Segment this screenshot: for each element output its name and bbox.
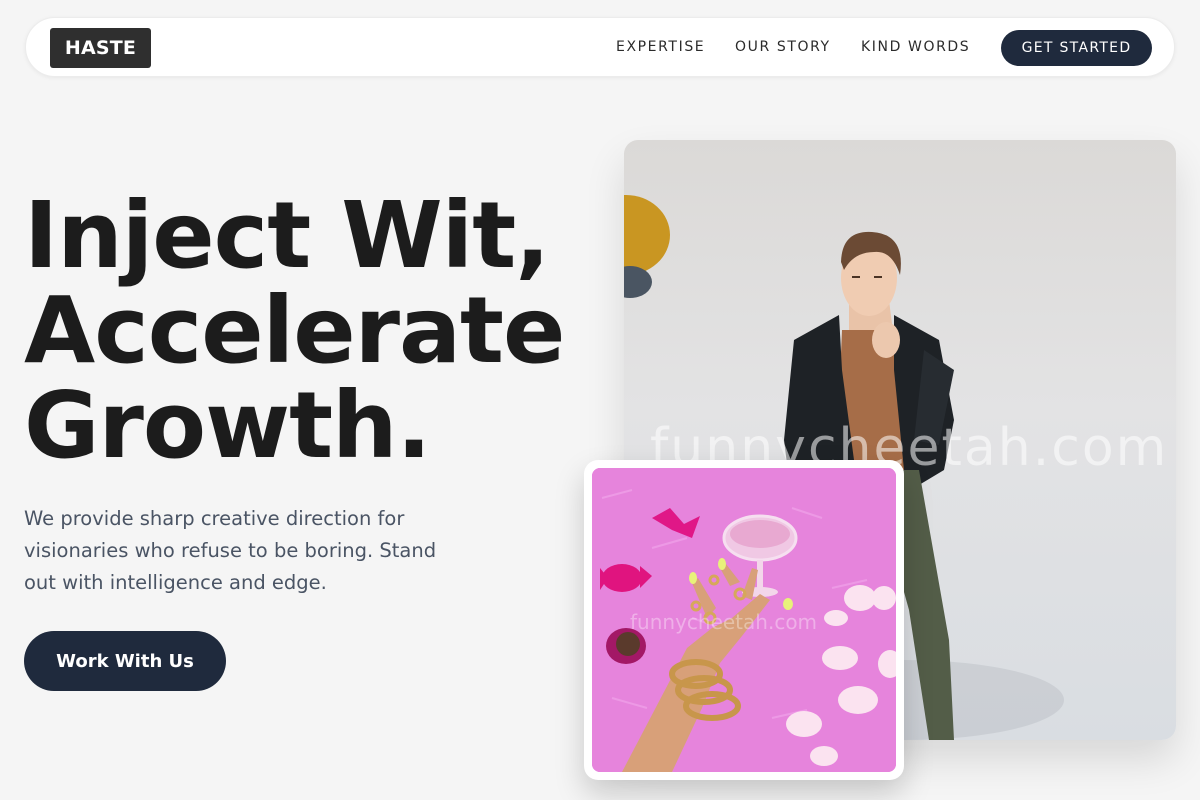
nav-link-our-story[interactable]: OUR STORY [735, 39, 831, 55]
hero-title: Inject Wit, Accelerate Growth. [24, 182, 565, 479]
top-navigation: HASTE EXPERTISE OUR STORY KIND WORDS GET… [25, 17, 1175, 77]
get-started-button[interactable]: GET STARTED [1001, 30, 1152, 66]
hero-title-line-1: Inject Wit, [24, 182, 550, 289]
nav-link-kind-words[interactable]: KIND WORDS [861, 39, 970, 55]
hero-description: We provide sharp creative direction for … [24, 507, 437, 594]
hero-title-line-3: Growth. [24, 372, 432, 479]
hero-title-line-2: Accelerate [24, 277, 565, 384]
feature-photo-watermark: funnycheetah.com [630, 610, 818, 634]
landing-page: HASTE EXPERTISE OUR STORY KIND WORDS GET… [0, 0, 1200, 800]
nav-link-expertise[interactable]: EXPERTISE [616, 39, 705, 55]
work-with-us-button[interactable]: Work With Us [24, 631, 226, 691]
